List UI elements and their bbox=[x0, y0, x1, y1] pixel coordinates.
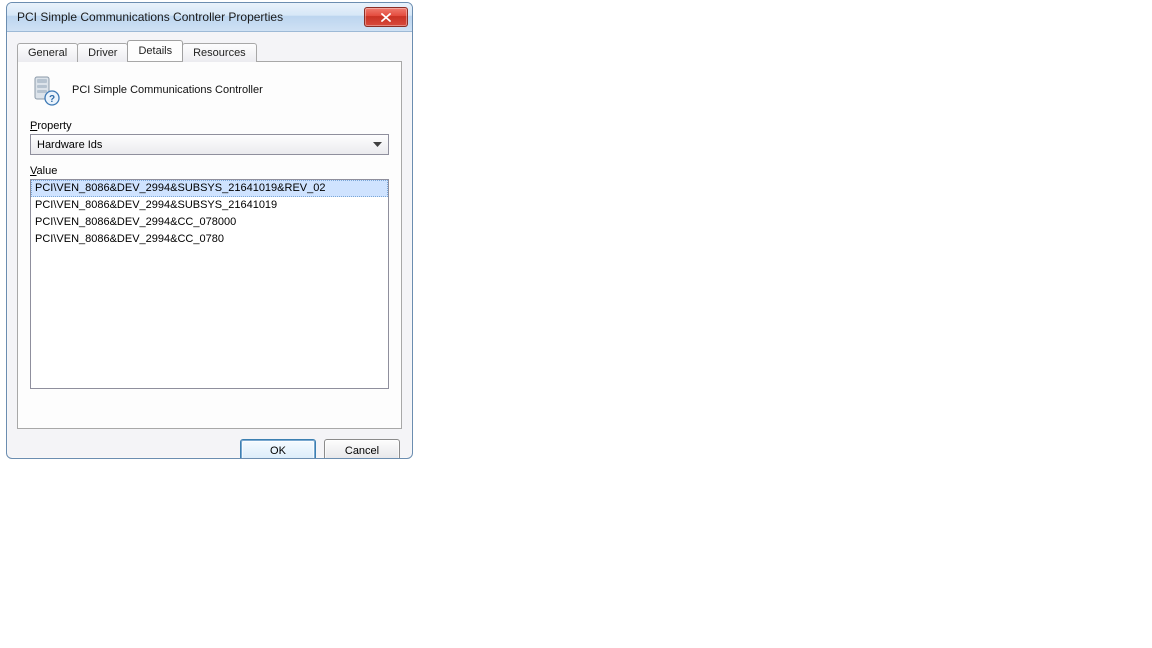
window-title: PCI Simple Communications Controller Pro… bbox=[17, 10, 364, 24]
device-icon: ? bbox=[30, 74, 62, 106]
tab-strip: General Driver Details Resources bbox=[7, 32, 412, 61]
close-icon bbox=[381, 13, 391, 22]
cancel-button[interactable]: Cancel bbox=[324, 439, 400, 459]
tab-details[interactable]: Details bbox=[127, 40, 183, 61]
property-selected: Hardware Ids bbox=[37, 139, 369, 151]
value-listbox[interactable]: PCI\VEN_8086&DEV_2994&SUBSYS_21641019&RE… bbox=[30, 179, 389, 389]
tab-panel-details: ? PCI Simple Communications Controller P… bbox=[17, 61, 402, 429]
close-button[interactable] bbox=[364, 7, 408, 27]
list-item[interactable]: PCI\VEN_8086&DEV_2994&SUBSYS_21641019&RE… bbox=[31, 180, 388, 197]
tab-resources[interactable]: Resources bbox=[182, 43, 257, 62]
tab-driver[interactable]: Driver bbox=[77, 43, 128, 62]
dialog-buttons: OK Cancel bbox=[7, 439, 412, 459]
list-item[interactable]: PCI\VEN_8086&DEV_2994&CC_0780 bbox=[31, 231, 388, 248]
tab-general[interactable]: General bbox=[17, 43, 78, 62]
device-name: PCI Simple Communications Controller bbox=[72, 84, 263, 96]
chevron-down-icon bbox=[369, 136, 386, 153]
property-combobox[interactable]: Hardware Ids bbox=[30, 134, 389, 155]
list-item[interactable]: PCI\VEN_8086&DEV_2994&CC_078000 bbox=[31, 214, 388, 231]
list-item[interactable]: PCI\VEN_8086&DEV_2994&SUBSYS_21641019 bbox=[31, 197, 388, 214]
device-header: ? PCI Simple Communications Controller bbox=[30, 74, 389, 106]
property-label: Property bbox=[30, 120, 389, 132]
properties-dialog: PCI Simple Communications Controller Pro… bbox=[6, 2, 413, 459]
svg-text:?: ? bbox=[49, 94, 55, 105]
titlebar[interactable]: PCI Simple Communications Controller Pro… bbox=[7, 3, 412, 32]
ok-button[interactable]: OK bbox=[240, 439, 316, 459]
value-label: Value bbox=[30, 165, 389, 177]
